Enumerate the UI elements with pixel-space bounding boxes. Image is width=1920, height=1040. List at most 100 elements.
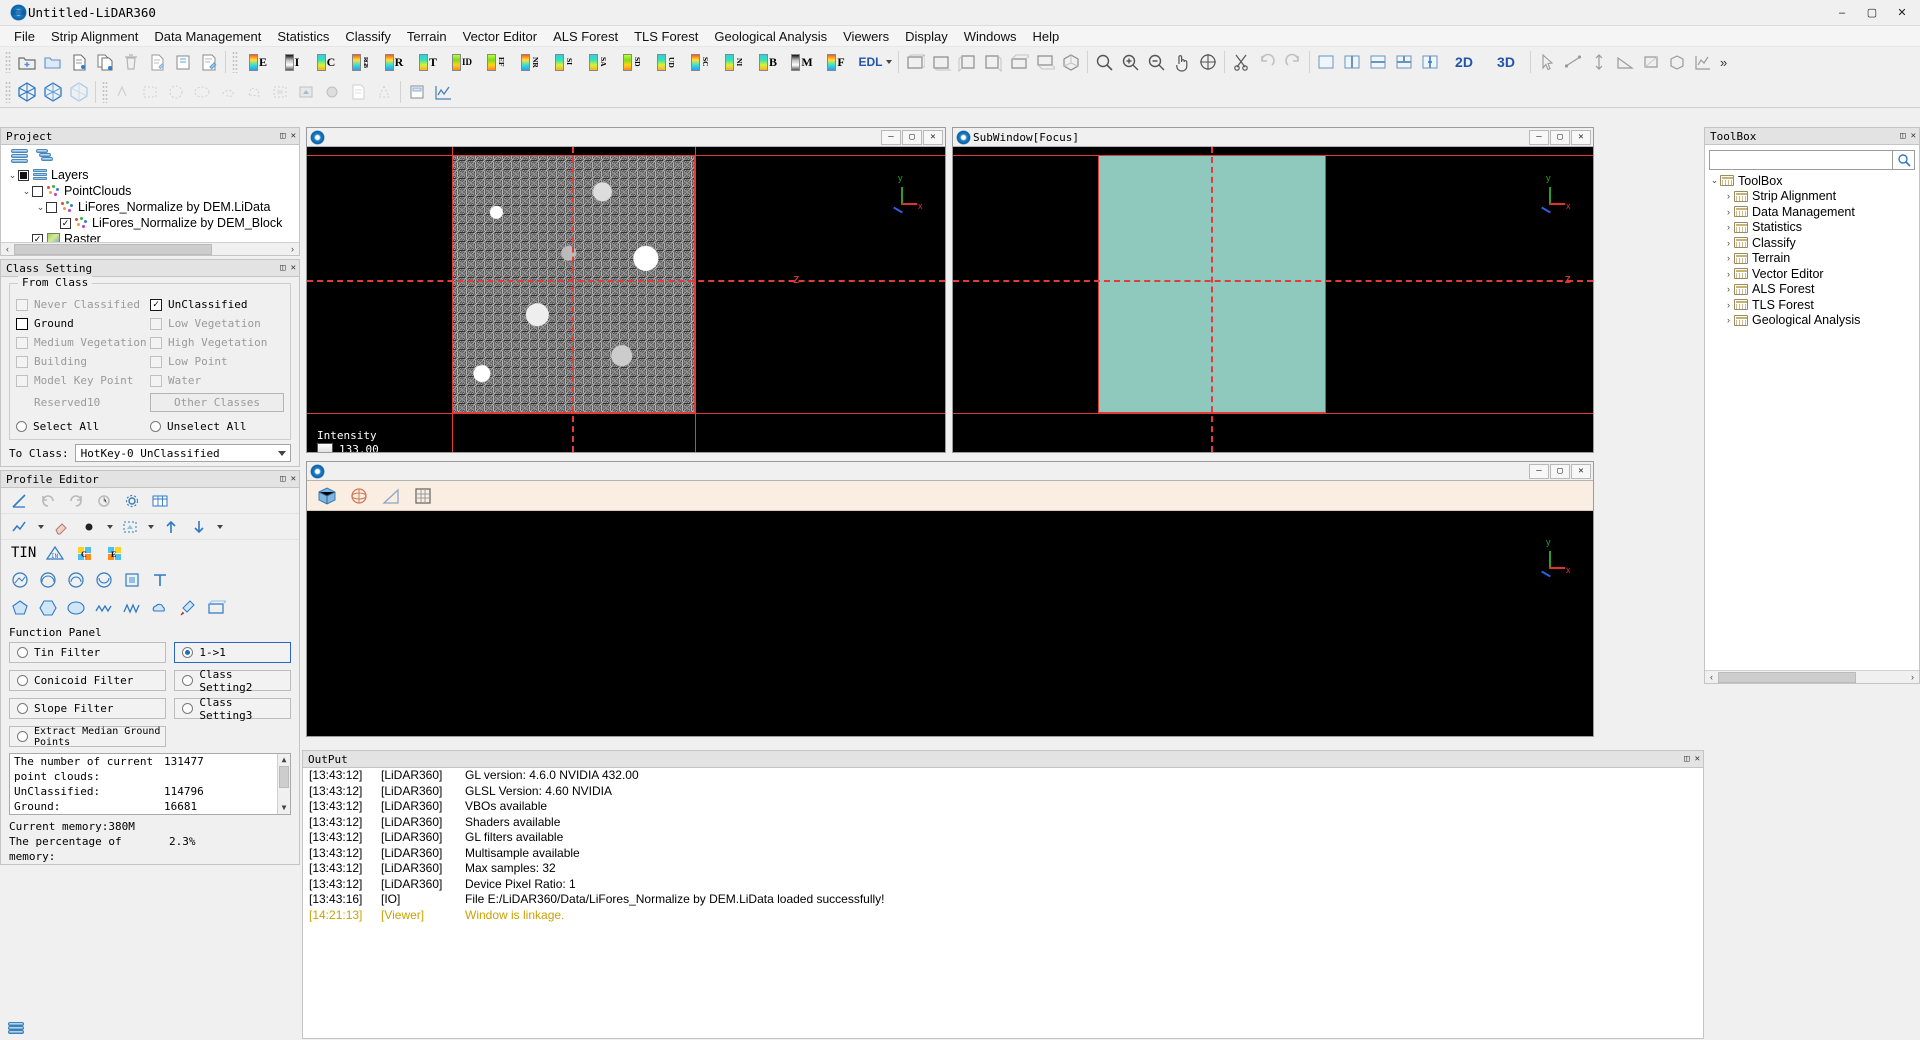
tree-node-pointclouds[interactable]: ⌄ PointClouds [5, 183, 299, 199]
menu-terrain[interactable]: Terrain [399, 27, 455, 46]
pin-icon[interactable]: ◫ [280, 263, 285, 273]
viewport-close-button[interactable]: ✕ [1571, 129, 1591, 145]
scroll-right-arrow[interactable]: › [286, 244, 299, 254]
display-filter[interactable]: F [819, 49, 853, 75]
toolbox-item-tls-forest[interactable]: › TLS Forest [1707, 297, 1919, 313]
scroll-left-arrow[interactable]: ‹ [1, 244, 14, 254]
scroll-thumb[interactable] [279, 766, 289, 788]
scroll-thumb[interactable] [14, 243, 212, 255]
menu-help[interactable]: Help [1025, 27, 1068, 46]
search-icon[interactable] [1893, 150, 1915, 170]
add-data-icon[interactable] [66, 49, 92, 75]
class-ground[interactable]: Ground [16, 317, 150, 330]
chevron-down-icon[interactable] [885, 60, 892, 64]
scroll-down-arrow[interactable]: ▼ [278, 802, 290, 814]
viewport-close-button[interactable]: ✕ [923, 129, 943, 145]
profile-viewport-canvas[interactable]: y x [307, 511, 1593, 736]
toolbox-item-classify[interactable]: › Classify [1707, 235, 1919, 251]
sub-viewport-canvas[interactable]: z y x [953, 147, 1593, 452]
toolbar-grip[interactable] [102, 81, 108, 103]
display-rgb[interactable]: RGB [343, 49, 377, 75]
tin-filter-button[interactable]: Tin Filter [9, 642, 167, 663]
menu-viewers[interactable]: Viewers [835, 27, 897, 46]
display-user-data[interactable]: UD [649, 49, 683, 75]
layer-checkbox[interactable]: ✓ [60, 217, 71, 229]
unselect-all-radio[interactable]: Unselect All [150, 420, 284, 433]
half-circle-tool-icon[interactable] [37, 570, 59, 590]
save-as-icon[interactable] [196, 49, 222, 75]
chevron-down-icon[interactable] [148, 524, 154, 529]
arc-up-tool-icon[interactable] [65, 570, 87, 590]
display-point-id[interactable]: ID [445, 49, 479, 75]
circle-tool-icon[interactable] [9, 570, 31, 590]
display-nir[interactable]: NI [717, 49, 751, 75]
viewport-minimize-button[interactable]: – [881, 129, 901, 145]
zoom-out-icon[interactable] [1143, 49, 1169, 75]
class-unclassified[interactable]: UnClassified [150, 298, 284, 311]
class-medium-vegetation[interactable]: Medium Vegetation [16, 336, 150, 349]
search-input[interactable] [1709, 150, 1893, 170]
toolbar-grip[interactable] [5, 81, 11, 103]
viewport-maximize-button[interactable]: ▢ [1550, 129, 1570, 145]
conicoid-filter-button[interactable]: Conicoid Filter [9, 670, 167, 691]
profile-sphere-icon[interactable] [347, 484, 371, 508]
close-button[interactable]: ✕ [1888, 2, 1916, 23]
select-region-icon[interactable] [119, 517, 141, 537]
point-tool-icon[interactable] [78, 517, 100, 537]
display-scan-index[interactable]: SI [547, 49, 581, 75]
viewport-maximize-button[interactable]: ▢ [902, 129, 922, 145]
cut-icon[interactable] [1228, 49, 1254, 75]
erase-tool-icon[interactable] [50, 517, 72, 537]
layer-checkbox[interactable] [32, 185, 43, 197]
mapping-1-to-1-button[interactable]: 1->1 [174, 642, 291, 663]
view-iso-icon[interactable] [1058, 49, 1084, 75]
pick-point-icon[interactable] [1534, 49, 1560, 75]
move-down-icon[interactable] [188, 517, 210, 537]
new-project-icon[interactable] [14, 49, 40, 75]
menu-vector-editor[interactable]: Vector Editor [455, 27, 545, 46]
view-right-icon[interactable] [980, 49, 1006, 75]
select-rect-icon[interactable] [137, 79, 163, 105]
close-icon[interactable]: ✕ [1695, 754, 1700, 764]
undo-icon[interactable] [1254, 49, 1280, 75]
profile-grid-icon[interactable] [411, 484, 435, 508]
ellipse-tool-icon[interactable] [65, 598, 87, 618]
scroll-up-arrow[interactable]: ▲ [278, 754, 290, 766]
single-window-icon[interactable] [1313, 49, 1339, 75]
expander-icon[interactable]: › [1723, 269, 1734, 279]
menu-strip-alignment[interactable]: Strip Alignment [43, 27, 146, 46]
close-icon[interactable]: ✕ [291, 474, 296, 484]
move-up-icon[interactable] [160, 517, 182, 537]
dual-window-icon[interactable] [1339, 49, 1365, 75]
tree-node-block[interactable]: ✓ LiFores_Normalize by DEM_Block [5, 215, 299, 231]
toolbar-grip[interactable] [5, 51, 11, 73]
tree-node-layers[interactable]: ⌄ Layers [5, 167, 299, 183]
main-viewport-canvas[interactable]: z y x Intensity 133.00 67.00 1.00 [307, 147, 945, 452]
profile-triangle-icon[interactable] [379, 484, 403, 508]
close-icon[interactable]: ✕ [291, 263, 296, 273]
minimize-button[interactable]: – [1828, 2, 1856, 23]
expander-icon[interactable]: › [1723, 222, 1734, 232]
open-project-icon[interactable] [40, 49, 66, 75]
expander-icon[interactable]: › [1723, 300, 1734, 310]
add-layer-icon[interactable] [11, 148, 28, 164]
chevron-down-icon[interactable] [38, 524, 44, 529]
layer-checkbox[interactable] [46, 201, 57, 213]
display-echo-function[interactable]: EF [479, 49, 513, 75]
output-log[interactable]: [13:43:12] [LiDAR360] GL version: 4.6.0 NV… [302, 767, 1704, 1039]
tin-class-icon[interactable]: C [74, 543, 96, 563]
layer-stack-icon[interactable] [36, 148, 53, 164]
pin-icon[interactable]: ◫ [280, 131, 285, 141]
expander-icon[interactable]: › [1723, 315, 1734, 325]
display-blend[interactable]: B [751, 49, 785, 75]
pan-icon[interactable] [1169, 49, 1195, 75]
display-edl[interactable]: EDL [853, 49, 895, 75]
display-scan-direction[interactable]: SD [615, 49, 649, 75]
measure-profile-icon[interactable] [1690, 49, 1716, 75]
view-2d-button[interactable]: 2D [1443, 49, 1485, 75]
polyline-tool-icon[interactable] [9, 517, 31, 537]
display-time[interactable]: T [411, 49, 445, 75]
redo-icon[interactable] [1280, 49, 1306, 75]
close-icon[interactable]: ✕ [1911, 131, 1916, 141]
display-return[interactable]: R [377, 49, 411, 75]
